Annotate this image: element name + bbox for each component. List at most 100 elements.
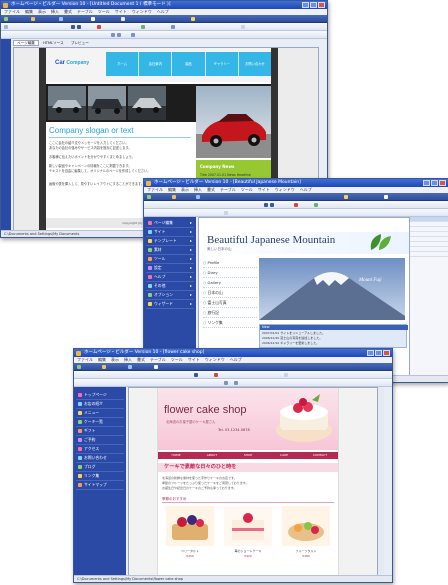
close-button[interactable]: [318, 2, 325, 8]
sidebar-item[interactable]: お問い合わせ: [76, 454, 124, 463]
preview-icon[interactable]: [121, 16, 125, 21]
sidebar-item[interactable]: 素材 ▸: [146, 246, 194, 255]
menu-table[interactable]: テーブル: [150, 357, 166, 362]
new-icon[interactable]: [4, 24, 8, 29]
menu-view[interactable]: 表示: [181, 187, 189, 192]
menu-help[interactable]: ヘルプ: [230, 357, 242, 362]
menu-tools[interactable]: ツール: [241, 187, 253, 192]
menu-help[interactable]: ヘルプ: [300, 187, 312, 192]
sidebar-item[interactable]: ウィザード ▸: [146, 300, 194, 309]
open-icon[interactable]: [172, 194, 176, 199]
menu-file[interactable]: ファイル: [4, 9, 20, 14]
bold-icon[interactable]: [71, 24, 75, 29]
sidebar-item[interactable]: その他 ▸: [146, 282, 194, 291]
menu-window[interactable]: ウィンドウ: [275, 187, 295, 192]
minimize-button[interactable]: [302, 2, 309, 8]
maximize-button[interactable]: [310, 2, 317, 8]
align-center-icon[interactable]: [117, 32, 121, 37]
maximize-button[interactable]: [431, 180, 438, 186]
site-nav-item[interactable]: ○ Diary: [203, 268, 257, 278]
menu-view[interactable]: 表示: [111, 357, 119, 362]
sidebar-item[interactable]: オプション ▸: [146, 291, 194, 300]
menu-insert[interactable]: 挿入: [194, 187, 202, 192]
list-icon[interactable]: [234, 380, 238, 385]
tab-html-source[interactable]: HTMLソース: [40, 41, 67, 45]
sidebar-item[interactable]: サイトマップ: [76, 481, 124, 490]
menu-tools[interactable]: ツール: [171, 357, 183, 362]
site-nav-item[interactable]: SHOP: [230, 452, 266, 459]
menu-view[interactable]: 表示: [38, 9, 46, 14]
menu-site[interactable]: サイト: [115, 9, 127, 14]
sidebar-item[interactable]: ヘルプ ▸: [146, 273, 194, 282]
help-icon[interactable]: [191, 16, 195, 21]
start-icon[interactable]: [147, 194, 151, 199]
site-nav-item[interactable]: 製品: [172, 52, 206, 76]
menu-site[interactable]: サイト: [258, 187, 270, 192]
menu-file[interactable]: ファイル: [147, 187, 163, 192]
window-title-bar[interactable]: ホームページ・ビルダー Version 10 - [flower cake sh…: [74, 349, 392, 357]
zoom-icon[interactable]: [224, 210, 228, 215]
site-nav-item[interactable]: ギャラリー: [206, 52, 239, 76]
sidebar-item[interactable]: アクセス: [76, 445, 124, 454]
save-icon[interactable]: [128, 364, 132, 369]
sidebar-item[interactable]: サイト ▸: [146, 228, 194, 237]
list-icon[interactable]: [131, 32, 135, 37]
sidebar-item[interactable]: ご予約: [76, 436, 124, 445]
sidebar-item[interactable]: ケーキ一覧: [76, 418, 124, 427]
menu-insert[interactable]: 挿入: [124, 357, 132, 362]
minimize-button[interactable]: [367, 350, 374, 356]
panel-row[interactable]: [410, 252, 448, 257]
align-left-icon[interactable]: [224, 380, 228, 385]
color-icon[interactable]: [294, 202, 298, 207]
site-nav-item[interactable]: ○ Profile: [203, 258, 257, 268]
sidebar-item[interactable]: メニュー: [76, 409, 124, 418]
open-icon[interactable]: [102, 364, 106, 369]
menu-file[interactable]: ファイル: [77, 357, 93, 362]
table-icon[interactable]: [171, 24, 175, 29]
menu-format[interactable]: 書式: [137, 357, 145, 362]
start-icon[interactable]: [77, 364, 81, 369]
image-icon[interactable]: [314, 202, 318, 207]
menu-help[interactable]: ヘルプ: [157, 9, 169, 14]
close-button[interactable]: [383, 350, 390, 356]
site-nav-item[interactable]: CAKE: [266, 452, 302, 459]
site-nav-item[interactable]: 会社案内: [139, 52, 173, 76]
close-button[interactable]: [439, 180, 446, 186]
site-nav-item[interactable]: お問い合わせ: [239, 52, 271, 76]
site-nav-item[interactable]: ABOUT: [194, 452, 230, 459]
site-nav-item[interactable]: ○ 旅行記: [203, 308, 257, 318]
menu-format[interactable]: 書式: [64, 9, 72, 14]
color-icon[interactable]: [214, 372, 218, 377]
sidebar-item[interactable]: 設定 ▸: [146, 264, 194, 273]
sidebar-item[interactable]: ギフト: [76, 427, 124, 436]
save-icon[interactable]: [196, 194, 200, 199]
site-nav-item[interactable]: ○ Gallery: [203, 278, 257, 288]
italic-icon[interactable]: [270, 202, 274, 207]
sidebar-item[interactable]: ページ編集 ▸: [146, 219, 194, 228]
site-nav-item[interactable]: HOME: [158, 452, 194, 459]
save-icon[interactable]: [59, 16, 63, 21]
menu-site[interactable]: サイト: [188, 357, 200, 362]
site-nav-item[interactable]: ○ リンク集: [203, 318, 257, 328]
color-icon[interactable]: [97, 24, 101, 29]
tab-page-edit[interactable]: ページ編集: [13, 40, 39, 46]
minimize-button[interactable]: [423, 180, 430, 186]
publish-icon[interactable]: [344, 194, 348, 199]
sidebar-item[interactable]: リンク集: [76, 472, 124, 481]
scrollbar-vertical[interactable]: [377, 387, 384, 574]
italic-icon[interactable]: [77, 24, 81, 29]
publish-icon[interactable]: [154, 364, 158, 369]
menu-format[interactable]: 書式: [207, 187, 215, 192]
start-icon[interactable]: [4, 16, 8, 21]
bold-icon[interactable]: [264, 202, 268, 207]
sidebar-item[interactable]: ブログ: [76, 463, 124, 472]
site-nav-item[interactable]: ホーム: [106, 52, 140, 76]
bold-icon[interactable]: [194, 372, 198, 377]
zoom-icon[interactable]: [284, 372, 288, 377]
menu-edit[interactable]: 編集: [98, 357, 106, 362]
tab-preview[interactable]: プレビュー: [68, 41, 92, 45]
sidebar-item[interactable]: ツール ▸: [146, 255, 194, 264]
sidebar-item[interactable]: お店の紹介: [76, 400, 124, 409]
align-left-icon[interactable]: [111, 32, 115, 37]
sidebar-item[interactable]: テンプレート ▸: [146, 237, 194, 246]
